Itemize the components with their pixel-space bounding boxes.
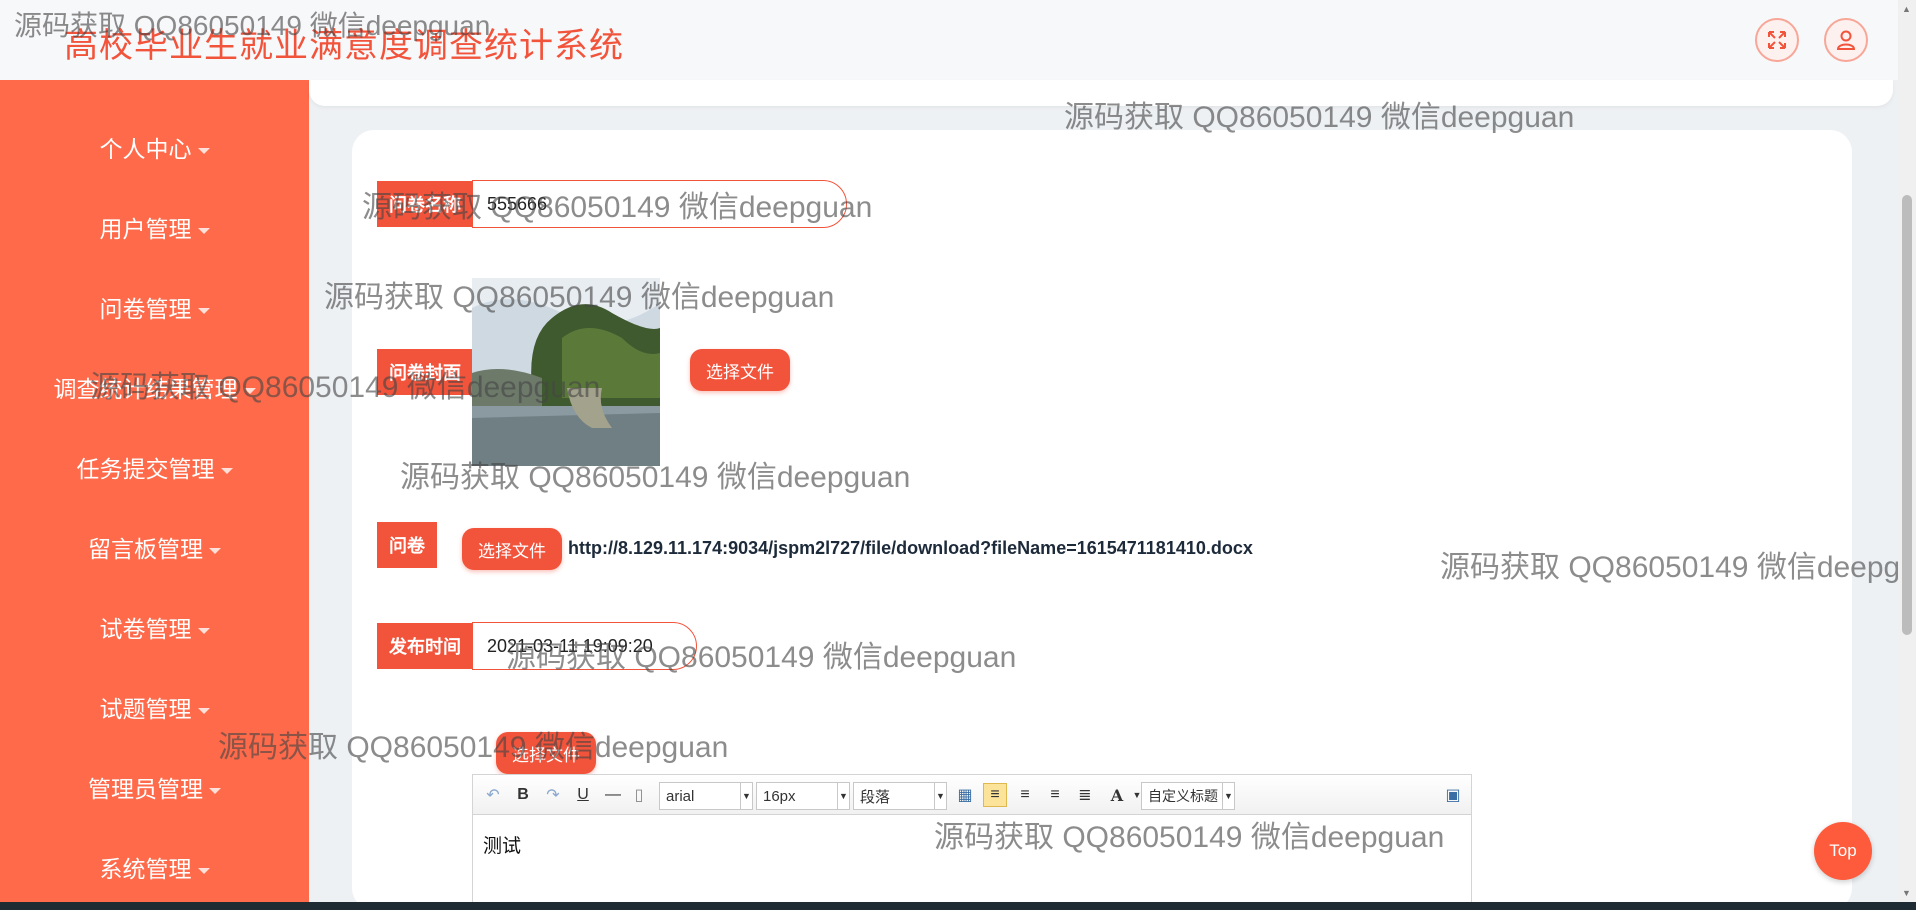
sidebar-item-questionnaires[interactable]: 问卷管理 [0, 290, 309, 324]
horizontal-rule-icon[interactable]: — [601, 783, 625, 807]
paste-icon[interactable]: ▯ [627, 783, 651, 807]
caret-down-icon [220, 467, 233, 474]
sidebar: 个人中心 用户管理 问卷管理 调查统计结果管理 任务提交管理 留言板管理 试卷管… [0, 80, 309, 902]
fullscreen-button[interactable] [1755, 18, 1799, 62]
align-justify-icon[interactable]: ≣ [1073, 783, 1097, 807]
sidebar-item-papers[interactable]: 试卷管理 [0, 610, 309, 644]
user-button[interactable] [1824, 18, 1868, 62]
dropdown-arrow-icon: ▼ [934, 783, 946, 809]
paragraph-value: 段落 [860, 788, 891, 806]
user-icon [1836, 30, 1856, 50]
font-size-value: 16px [763, 787, 796, 805]
sidebar-item-personal-center[interactable]: 个人中心 [0, 130, 309, 164]
back-to-top-button[interactable]: Top [1814, 822, 1872, 880]
sidebar-item-task-submissions[interactable]: 任务提交管理 [0, 450, 309, 484]
sidebar-item-label: 试题管理 [99, 696, 192, 722]
preview-icon[interactable]: ▣ [1441, 783, 1465, 807]
sidebar-item-system[interactable]: 系统管理 [0, 850, 309, 884]
rich-text-editor[interactable]: ↶ B ↷ U — ▯ arial ▼ 16px ▼ 段落 ▼ ▦ ≡ ≡ ≡ … [472, 774, 1472, 910]
bold-icon[interactable]: B [511, 783, 535, 807]
sidebar-item-admins[interactable]: 管理员管理 [0, 770, 309, 804]
caret-down-icon [197, 307, 210, 314]
sidebar-item-label: 调查统计结果管理 [53, 376, 238, 402]
scroll-thumb[interactable] [1902, 195, 1912, 635]
app-header: 高校毕业生就业满意度调查统计系统 [0, 0, 1898, 80]
publish-time-label: 发布时间 [377, 623, 473, 669]
caret-down-icon [197, 867, 210, 874]
caret-down-icon [209, 547, 221, 554]
sidebar-item-label: 试卷管理 [99, 616, 192, 642]
sidebar-item-survey-results[interactable]: 调查统计结果管理 [0, 370, 309, 404]
redo-icon[interactable]: ↷ [541, 783, 565, 807]
scroll-down-icon[interactable]: ▼ [1902, 888, 1912, 898]
table-icon[interactable]: ▦ [953, 783, 977, 807]
sidebar-item-users[interactable]: 用户管理 [0, 210, 309, 244]
publish-time-input[interactable]: 2021-03-11 19:09:20 [472, 622, 697, 670]
caret-down-icon [197, 707, 210, 714]
app-title: 高校毕业生就业满意度调查统计系统 [64, 27, 624, 65]
editor-toolbar: ↶ B ↷ U — ▯ arial ▼ 16px ▼ 段落 ▼ ▦ ≡ ≡ ≡ … [473, 775, 1471, 815]
sidebar-item-label: 用户管理 [99, 216, 192, 242]
custom-title-select[interactable]: 自定义标题 ▼ [1141, 782, 1235, 810]
font-family-select[interactable]: arial ▼ [659, 782, 753, 810]
align-right-icon[interactable]: ≡ [1013, 783, 1037, 807]
undo-icon[interactable]: ↶ [481, 783, 505, 807]
caret-down-icon [197, 627, 210, 634]
questionnaire-name-input[interactable]: 555666 [472, 180, 847, 228]
cover-select-file-button[interactable]: 选择文件 [690, 349, 790, 391]
sidebar-item-questions[interactable]: 试题管理 [0, 690, 309, 724]
questionnaire-file-label: 问卷 [377, 522, 437, 568]
os-taskbar [0, 902, 1916, 910]
sidebar-item-label: 问卷管理 [99, 296, 192, 322]
dropdown-arrow-icon: ▼ [1222, 783, 1234, 809]
content-select-file-button[interactable]: 选择文件 [496, 732, 596, 774]
sidebar-item-label: 留言板管理 [88, 536, 203, 562]
caret-down-icon [197, 227, 210, 234]
caret-down-icon [243, 387, 256, 394]
sidebar-item-label: 个人中心 [99, 136, 192, 162]
align-left-icon[interactable]: ≡ [983, 783, 1007, 807]
questionnaire-cover-label: 问卷封面 [377, 349, 473, 395]
page-scrollbar[interactable]: ▲ ▼ [1898, 0, 1916, 902]
questionnaire-name-label: 问卷名称 [377, 181, 473, 227]
paragraph-select[interactable]: 段落 ▼ [853, 782, 947, 810]
cover-image [472, 278, 660, 466]
underline-icon[interactable]: U [571, 783, 595, 807]
custom-title-value: 自定义标题 [1148, 788, 1218, 804]
caret-down-icon [209, 787, 221, 794]
align-center-icon[interactable]: ≡ [1043, 783, 1067, 807]
file-download-link[interactable]: http://8.129.11.174:9034/jspm2l727/file/… [568, 538, 1253, 559]
breadcrumb-bar [309, 80, 1893, 106]
font-family-value: arial [666, 787, 695, 805]
sidebar-item-label: 系统管理 [99, 856, 192, 882]
font-size-select[interactable]: 16px ▼ [756, 782, 850, 810]
cover-image-graphic [472, 278, 660, 466]
file-select-file-button[interactable]: 选择文件 [462, 528, 562, 570]
scroll-up-icon[interactable]: ▲ [1902, 4, 1912, 14]
dropdown-arrow-icon: ▼ [740, 783, 752, 809]
editor-content[interactable]: 测试 [483, 831, 521, 858]
sidebar-item-message-board[interactable]: 留言板管理 [0, 530, 309, 564]
dropdown-arrow-icon: ▼ [837, 783, 849, 809]
caret-down-icon [197, 147, 210, 154]
expand-arrows-icon [1768, 31, 1786, 49]
sidebar-item-label: 管理员管理 [88, 776, 203, 802]
sidebar-item-label: 任务提交管理 [76, 456, 215, 482]
